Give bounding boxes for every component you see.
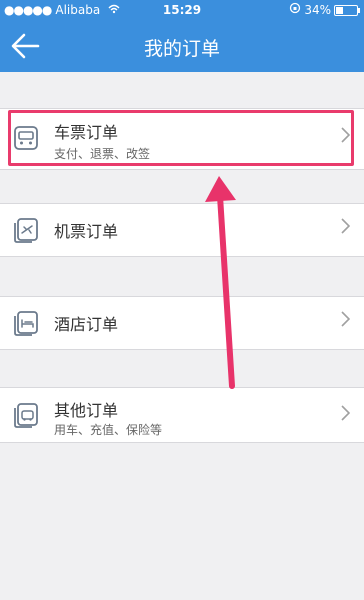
annotation-arrow-icon	[205, 176, 236, 389]
